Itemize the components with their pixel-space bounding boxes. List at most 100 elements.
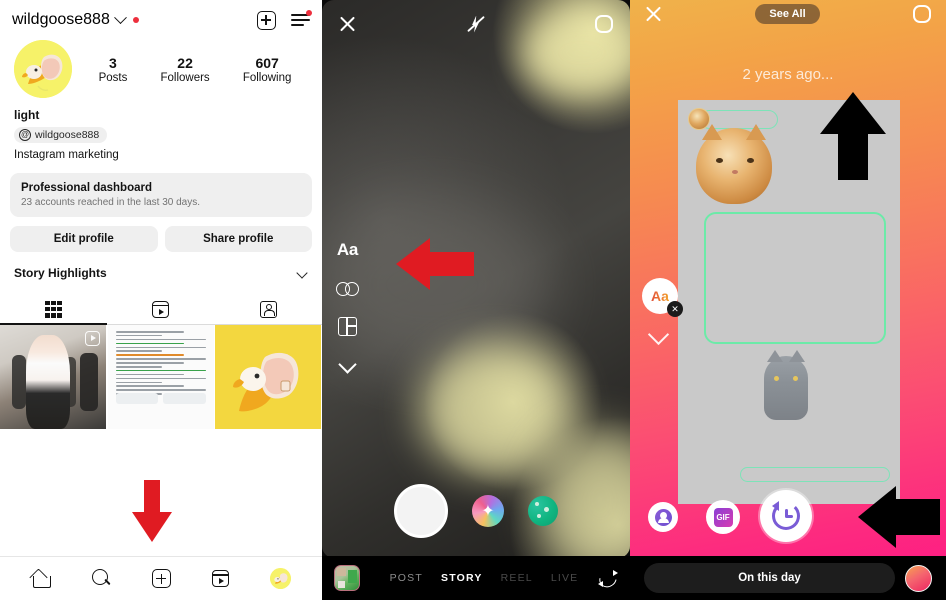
post-figure-main (26, 335, 70, 429)
instagram-memory-screen: See All 2 years ago... Aa ✕ GIF On this … (630, 0, 946, 600)
annotation-arrow-down (132, 480, 172, 542)
remove-text-icon[interactable]: ✕ (667, 301, 683, 317)
bio-display-name: light (14, 108, 40, 122)
stat-value: 22 (177, 54, 193, 71)
home-icon[interactable] (31, 570, 51, 588)
plus-square-icon (256, 10, 276, 30)
see-all-button[interactable]: See All (755, 4, 820, 24)
grid-post-3[interactable] (215, 325, 321, 429)
stat-label: Following (242, 71, 292, 84)
chevron-down-icon[interactable] (647, 323, 670, 346)
mode-live[interactable]: LIVE (551, 572, 579, 584)
gif-icon: GIF (713, 507, 733, 527)
memory-time-sticker-button[interactable] (760, 490, 812, 542)
text-tool-button[interactable]: Aa (337, 240, 358, 260)
screenshot-root: wildgoose888 3 Posts 22 Followers 607 Fo… (0, 0, 946, 600)
settings-gear-icon[interactable] (594, 14, 614, 34)
camera-mode-tabs: POST STORY REEL LIVE (360, 572, 594, 584)
flash-off-icon[interactable] (466, 15, 485, 34)
post-figure (12, 355, 26, 409)
camera-viewfinder[interactable] (322, 0, 630, 558)
profile-bio: light @ wildgoose888 Instagram marketing (0, 98, 322, 161)
chevron-down-icon[interactable] (113, 10, 127, 24)
camera-tool-rail: Aa (336, 240, 359, 374)
close-icon[interactable] (338, 15, 357, 34)
mode-reel[interactable]: REEL (501, 572, 533, 584)
stat-followers[interactable]: 22 Followers (160, 55, 209, 84)
close-icon[interactable] (644, 5, 663, 24)
notification-dot (132, 17, 139, 23)
tab-reels[interactable] (107, 294, 214, 324)
grid-icon (45, 300, 63, 318)
camera-mode-bar: POST STORY REEL LIVE (322, 556, 630, 600)
on-this-day-button[interactable]: On this day (644, 563, 895, 593)
profile-stats: 3 Posts 22 Followers 607 Following (72, 55, 308, 84)
capture-button[interactable] (394, 484, 448, 538)
reels-icon (152, 300, 170, 318)
card-text-pill (740, 467, 890, 482)
effects-sparkle-icon[interactable] (472, 495, 504, 527)
goose-avatar-art (14, 40, 72, 98)
share-profile-button[interactable]: Share profile (164, 226, 312, 252)
stat-posts[interactable]: 3 Posts (99, 55, 128, 84)
grid-post-1[interactable] (0, 325, 106, 429)
chevron-down-icon[interactable] (296, 267, 308, 279)
bio-threads-chip[interactable]: @ wildgoose888 (14, 127, 108, 143)
search-icon[interactable] (91, 569, 111, 588)
post-figure (80, 353, 98, 411)
goose-avatar-art (270, 568, 292, 589)
instagram-profile-screen: wildgoose888 3 Posts 22 Followers 607 Fo… (0, 0, 322, 600)
stat-value: 607 (255, 54, 279, 71)
flip-camera-icon[interactable] (598, 569, 618, 587)
memory-text-tool-button[interactable]: Aa ✕ (642, 278, 683, 317)
settings-gear-icon[interactable] (912, 4, 932, 24)
mode-post[interactable]: POST (390, 572, 423, 584)
goose-illustration (233, 352, 299, 412)
orange-cat-sticker (696, 124, 772, 204)
grid-post-2[interactable] (107, 325, 214, 429)
camera-light-blob (420, 345, 570, 475)
layout-icon[interactable] (338, 317, 357, 336)
profile-avatar[interactable] (14, 40, 72, 98)
professional-dashboard-card[interactable]: Professional dashboard 23 accounts reach… (10, 173, 312, 217)
threads-icon: @ (19, 129, 31, 141)
effects-green-icon[interactable] (528, 496, 558, 526)
mention-sticker-button[interactable] (648, 502, 678, 532)
mode-story[interactable]: STORY (441, 572, 483, 584)
gif-sticker-button[interactable]: GIF (706, 500, 740, 534)
gray-cat-sticker (764, 350, 808, 420)
create-button[interactable] (253, 7, 279, 33)
bottom-navigation-bar (0, 556, 322, 600)
mention-avatar-icon (654, 508, 672, 526)
edit-profile-button[interactable]: Edit profile (10, 226, 158, 252)
dashboard-subtitle: 23 accounts reached in the last 30 days. (21, 197, 201, 208)
stat-following[interactable]: 607 Following (243, 55, 292, 84)
memory-top-bar: See All (630, 0, 946, 28)
reels-icon[interactable] (212, 570, 230, 587)
tab-tagged[interactable] (215, 294, 322, 324)
text-tool-label: Aa (651, 288, 669, 304)
story-highlights-label: Story Highlights (14, 266, 107, 280)
history-clock-icon (772, 501, 800, 530)
gallery-thumbnail[interactable] (334, 565, 360, 591)
hamburger-menu-icon[interactable] (291, 10, 312, 27)
annotation-arrow-left (396, 238, 474, 290)
profile-tab-bar (0, 294, 322, 325)
document-screenshot-lines (115, 331, 206, 397)
dashboard-title: Professional dashboard (21, 182, 153, 194)
reels-badge-icon (85, 331, 100, 346)
profile-action-buttons: Edit profile Share profile (10, 226, 312, 252)
avatar-icon[interactable] (905, 564, 932, 592)
instagram-camera-screen: Aa POST STORY REEL LIVE (322, 0, 630, 600)
chevron-down-icon[interactable] (338, 355, 357, 374)
story-highlights-row[interactable]: Story Highlights (0, 252, 322, 280)
annotation-arrow-left (858, 486, 940, 548)
plus-square-icon[interactable] (151, 569, 171, 588)
tab-grid[interactable] (0, 294, 108, 325)
profile-top-bar: wildgoose888 (0, 0, 322, 34)
boomerang-infinity-icon[interactable] (336, 282, 359, 296)
profile-username[interactable]: wildgoose888 (12, 11, 110, 29)
avatar-icon[interactable] (270, 568, 292, 589)
menu-notification-dot (306, 10, 312, 16)
stat-label: Followers (160, 71, 210, 84)
